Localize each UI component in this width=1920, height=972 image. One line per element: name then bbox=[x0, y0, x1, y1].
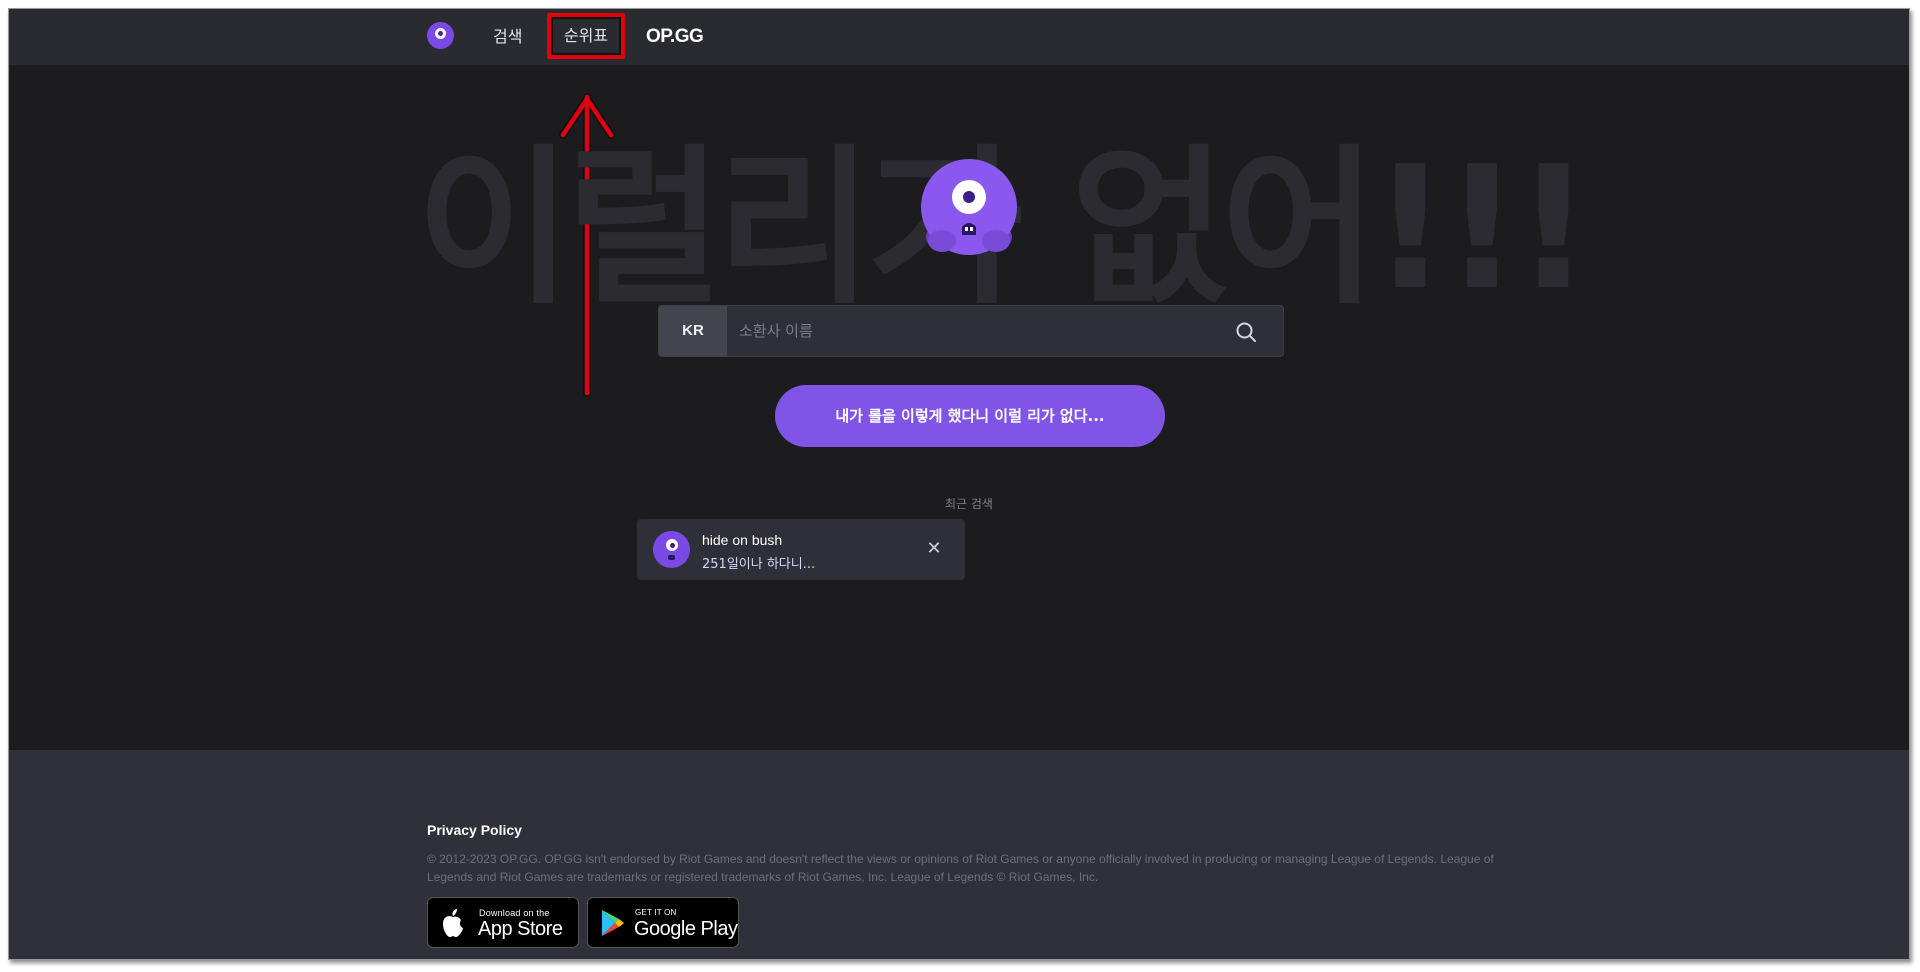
search-icon[interactable] bbox=[1235, 321, 1257, 343]
top-navigation: 검색 순위표 OP.GG bbox=[9, 9, 1909, 65]
appstore-small-text: Download on the bbox=[479, 908, 550, 918]
appstore-big-text: App Store bbox=[478, 918, 563, 940]
recent-search-label: 최근 검색 bbox=[945, 497, 993, 511]
app-window: 검색 순위표 OP.GG 이럴리가 없어!!! KR 내가 롤을 이렇게 했다니… bbox=[8, 8, 1910, 960]
recent-item-subtitle: 251일이나 하다니... bbox=[702, 557, 816, 572]
recent-search-item[interactable]: hide on bush 251일이나 하다니... ✕ bbox=[637, 519, 965, 580]
google-play-button[interactable]: GET IT ON Google Play bbox=[587, 897, 739, 948]
mascot-icon bbox=[921, 159, 1017, 255]
region-selector[interactable]: KR bbox=[659, 306, 727, 356]
cta-button[interactable]: 내가 롤을 이렇게 했다니 이럴 리가 없다... bbox=[775, 385, 1165, 447]
logo-mascot-icon[interactable] bbox=[427, 22, 454, 49]
summoner-name-input[interactable] bbox=[739, 306, 1219, 356]
close-icon[interactable]: ✕ bbox=[925, 539, 943, 557]
googleplay-big-text: Google Play bbox=[634, 918, 738, 940]
google-play-icon bbox=[602, 910, 624, 936]
nav-search[interactable]: 검색 bbox=[493, 9, 522, 65]
googleplay-small-text: GET IT ON bbox=[635, 908, 677, 917]
avatar-mascot-icon bbox=[653, 531, 690, 568]
copyright-text: © 2012-2023 OP.GG. OP.GG isn't endorsed … bbox=[427, 852, 1494, 884]
apple-icon bbox=[443, 909, 463, 937]
app-store-button[interactable]: Download on the App Store bbox=[427, 897, 579, 948]
recent-item-name: hide on bush bbox=[702, 532, 783, 548]
summoner-search-box: KR bbox=[658, 305, 1284, 357]
footer: Privacy Policy © 2012-2023 OP.GG. OP.GG … bbox=[9, 750, 1909, 959]
privacy-policy-link[interactable]: Privacy Policy bbox=[427, 822, 522, 838]
nav-opgg-brand[interactable]: OP.GG bbox=[646, 9, 704, 65]
nav-ranking[interactable]: 순위표 bbox=[547, 13, 625, 59]
